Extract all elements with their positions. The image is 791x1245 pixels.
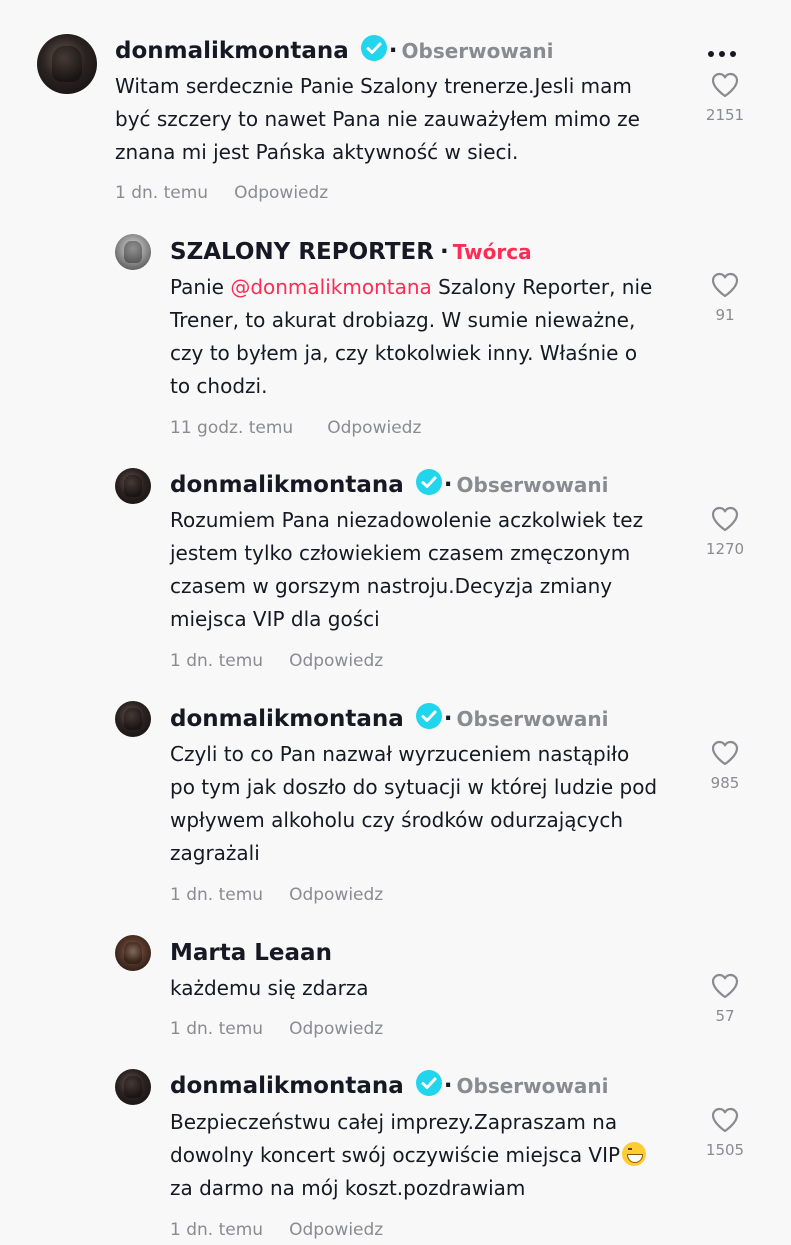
separator-dot: · xyxy=(388,38,398,64)
timestamp: 1 dn. temu xyxy=(170,651,264,671)
timestamp: 1 dn. temu xyxy=(170,1220,264,1240)
avatar[interactable] xyxy=(115,468,151,504)
avatar[interactable] xyxy=(115,701,151,737)
comment-meta: 1 dn. temu Odpowiedz xyxy=(170,885,383,905)
username[interactable]: donmalikmontana xyxy=(115,38,349,64)
heart-icon xyxy=(711,72,739,98)
heart-icon xyxy=(711,272,739,298)
comment-meta: 1 dn. temu Odpowiedz xyxy=(115,183,328,203)
mention-link[interactable]: @donmalikmontana xyxy=(230,275,431,299)
comment-meta: 1 dn. temu Odpowiedz xyxy=(170,1220,383,1240)
reply-button[interactable]: Odpowiedz xyxy=(289,1220,383,1240)
comment-text: Bezpieczeństwu całej imprezy.Zapraszam n… xyxy=(170,1106,647,1205)
following-badge: Obserwowani xyxy=(456,707,609,731)
like-button[interactable]: 57 xyxy=(700,973,750,1025)
avatar[interactable] xyxy=(115,1069,151,1105)
username[interactable]: SZALONY REPORTER xyxy=(170,239,434,265)
username[interactable]: donmalikmontana xyxy=(170,472,404,498)
verified-badge-icon xyxy=(415,1070,442,1096)
timestamp: 11 godz. temu xyxy=(170,418,294,438)
comment-text: Panie @donmalikmontana Szalony Reporter,… xyxy=(170,275,653,398)
heart-icon xyxy=(711,973,739,999)
verified-badge-icon xyxy=(415,703,442,729)
separator-dot: · xyxy=(443,1073,453,1099)
avatar[interactable] xyxy=(115,935,151,971)
reply-button[interactable]: Odpowiedz xyxy=(234,183,328,203)
reply-button[interactable]: Odpowiedz xyxy=(289,651,383,671)
like-count: 985 xyxy=(710,774,740,792)
verified-badge-icon xyxy=(360,35,387,61)
separator-dot: · xyxy=(443,472,453,498)
username[interactable]: donmalikmontana xyxy=(170,1073,404,1099)
following-badge: Obserwowani xyxy=(456,473,609,497)
username[interactable]: donmalikmontana xyxy=(170,706,404,732)
verified-badge-icon xyxy=(415,469,442,495)
like-count: 1505 xyxy=(705,1141,745,1159)
heart-icon xyxy=(711,740,739,766)
like-count: 91 xyxy=(715,306,735,324)
heart-icon xyxy=(711,506,739,532)
following-badge: Obserwowani xyxy=(401,39,554,63)
like-button[interactable]: 985 xyxy=(700,740,750,792)
reply-button[interactable]: Odpowiedz xyxy=(289,885,383,905)
separator-dot: · xyxy=(439,239,449,265)
grinning-emoji-icon xyxy=(622,1142,647,1166)
timestamp: 1 dn. temu xyxy=(115,183,209,203)
like-button[interactable]: 1505 xyxy=(700,1107,750,1159)
comment-text: Rozumiem Pana niezadowolenie aczkolwiek … xyxy=(170,508,644,631)
like-count: 1270 xyxy=(705,540,745,558)
avatar[interactable] xyxy=(115,234,151,270)
like-button[interactable]: 1270 xyxy=(700,506,750,558)
reply-button[interactable]: Odpowiedz xyxy=(327,418,421,438)
timestamp: 1 dn. temu xyxy=(170,885,264,905)
username[interactable]: Marta Leaan xyxy=(170,940,332,966)
more-options-icon[interactable] xyxy=(708,42,744,62)
like-count: 2151 xyxy=(705,106,745,124)
heart-icon xyxy=(711,1107,739,1133)
comment-meta: 1 dn. temu Odpowiedz xyxy=(170,1019,383,1039)
separator-dot: · xyxy=(443,706,453,732)
like-button[interactable]: 2151 xyxy=(700,72,750,124)
like-button[interactable]: 91 xyxy=(700,272,750,324)
like-count: 57 xyxy=(715,1007,735,1025)
creator-badge: Twórca xyxy=(452,240,532,264)
reply-button[interactable]: Odpowiedz xyxy=(289,1019,383,1039)
comment-text: Witam serdecznie Panie Szalony trenerze.… xyxy=(115,74,640,164)
comment-meta: 1 dn. temu Odpowiedz xyxy=(170,651,383,671)
following-badge: Obserwowani xyxy=(456,1074,609,1098)
comment-meta: 11 godz. temu Odpowiedz xyxy=(170,418,421,438)
avatar[interactable] xyxy=(37,34,97,94)
comment-text: każdemu się zdarza xyxy=(170,976,369,1000)
comment-text: Czyli to co Pan nazwał wyrzuceniem nastą… xyxy=(170,742,658,865)
timestamp: 1 dn. temu xyxy=(170,1019,264,1039)
